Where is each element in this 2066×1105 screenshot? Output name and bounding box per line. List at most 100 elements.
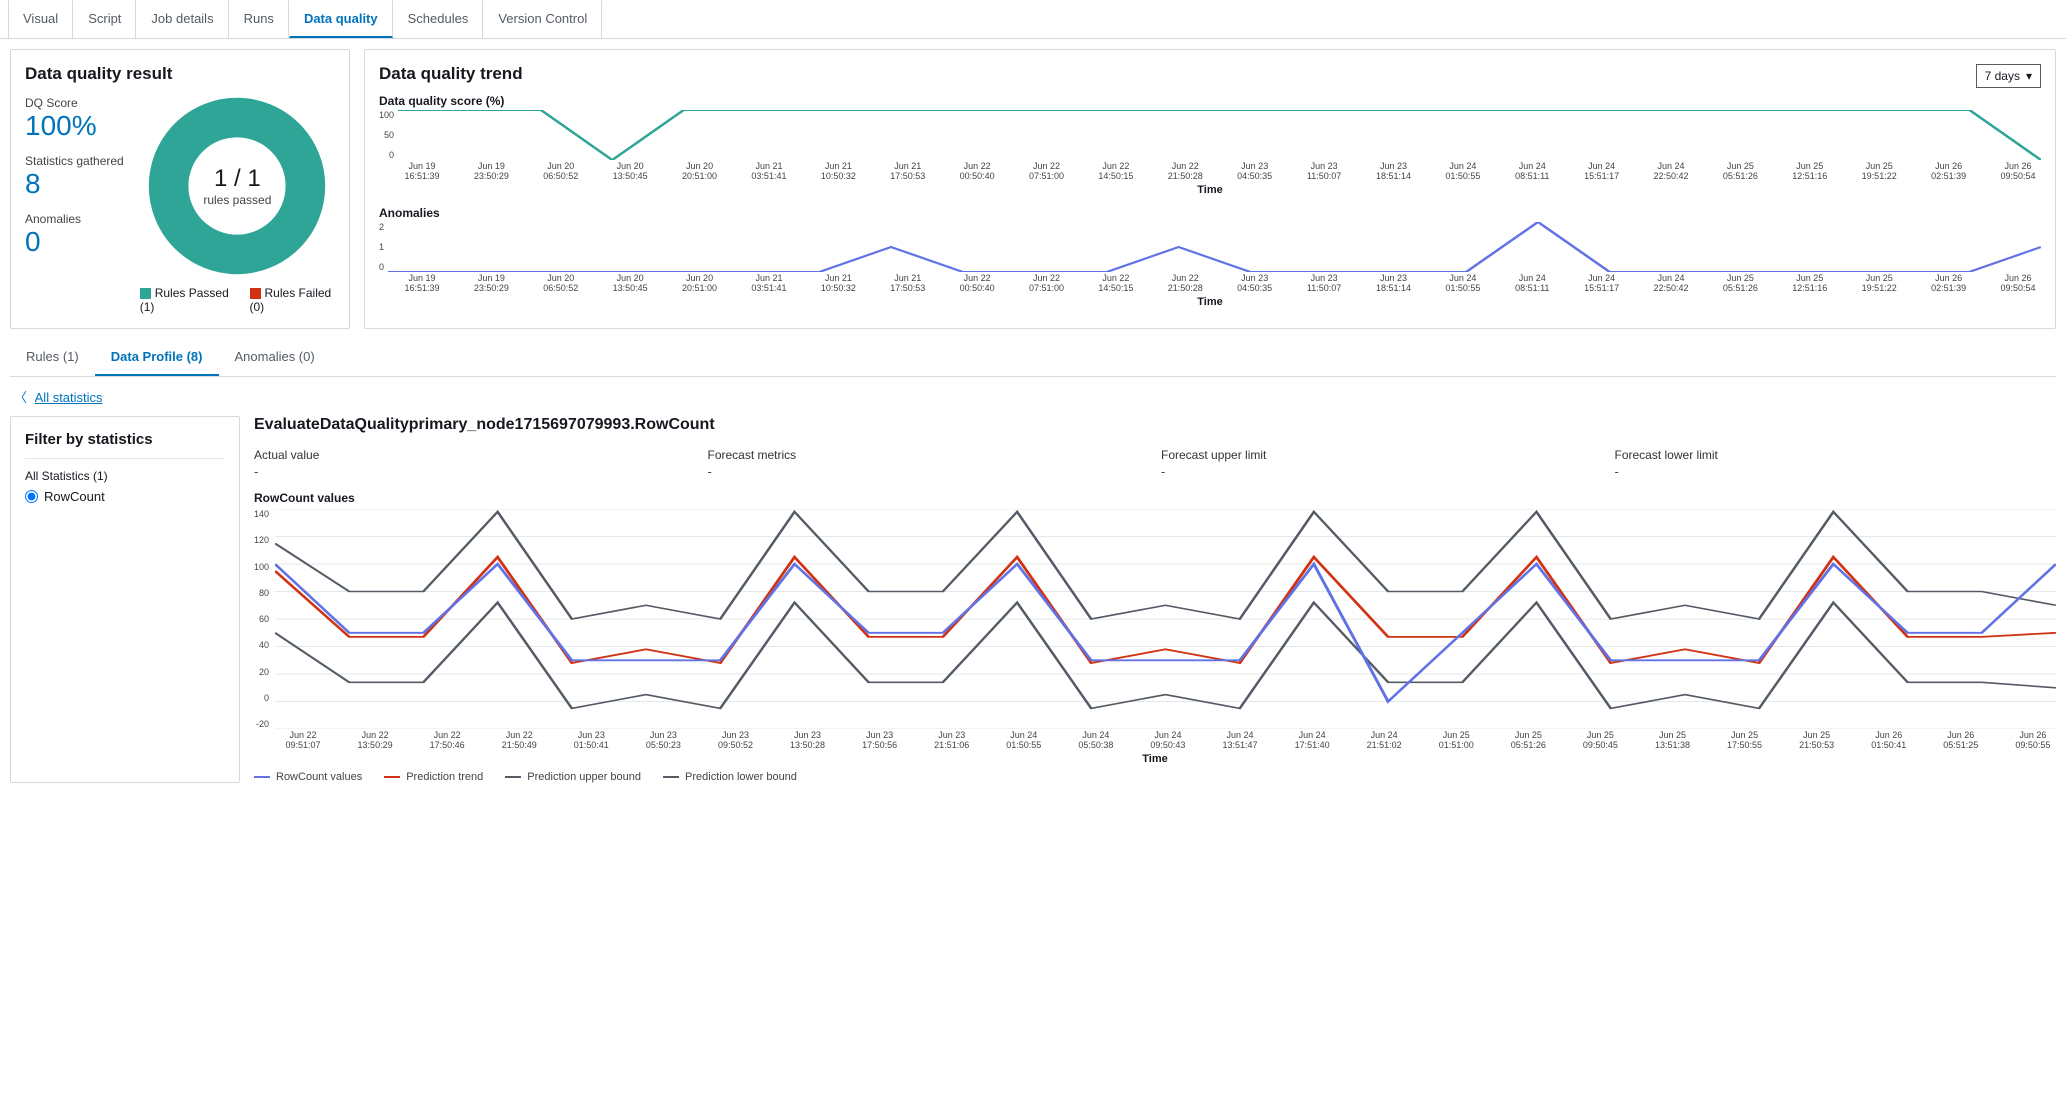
x-tick: Jun 2214:50:15 bbox=[1093, 274, 1139, 294]
x-tick: Jun 2020:51:00 bbox=[677, 274, 723, 294]
forecast-upper-value: - bbox=[1161, 464, 1603, 479]
actual-value: - bbox=[254, 464, 696, 479]
legend-swatch-rowcount bbox=[254, 776, 270, 779]
top-tab-runs[interactable]: Runs bbox=[229, 0, 289, 38]
x-tick: Jun 2422:50:42 bbox=[1648, 274, 1694, 294]
legend-fail-label: Rules Failed (0) bbox=[250, 286, 332, 314]
sub-tab-data-profile-8-[interactable]: Data Profile (8) bbox=[95, 339, 219, 376]
x-tick: Jun 2512:51:16 bbox=[1787, 274, 1833, 294]
x-tick: Jun 2221:50:49 bbox=[496, 731, 542, 751]
x-tick: Jun 2200:50:40 bbox=[954, 274, 1000, 294]
sub-tabs: Rules (1)Data Profile (8)Anomalies (0) bbox=[10, 339, 2056, 377]
top-tab-data-quality[interactable]: Data quality bbox=[289, 0, 393, 38]
profile-panel: EvaluateDataQualityprimary_node171569707… bbox=[254, 416, 2056, 783]
legend-pass-label: Rules Passed (1) bbox=[140, 286, 229, 314]
score-y-axis: 100500 bbox=[379, 110, 398, 160]
donut-legend: Rules Passed (1) Rules Failed (0) bbox=[140, 286, 335, 314]
x-tick: Jun 2512:51:16 bbox=[1787, 162, 1833, 182]
x-tick: Jun 2602:51:39 bbox=[1926, 274, 1972, 294]
rowcount-legend: RowCount values Prediction trend Predict… bbox=[254, 771, 2056, 783]
forecast-lower-value: - bbox=[1615, 464, 2057, 479]
x-tick: Jun 2304:50:35 bbox=[1232, 274, 1278, 294]
rowcount-chart bbox=[275, 509, 2056, 729]
x-tick: Jun 1923:50:29 bbox=[468, 162, 514, 182]
statistic-label: RowCount bbox=[44, 489, 105, 504]
x-tick: Jun 2321:51:06 bbox=[929, 731, 975, 751]
top-tab-visual[interactable]: Visual bbox=[8, 0, 73, 38]
x-tick: Jun 2117:50:53 bbox=[885, 274, 931, 294]
x-tick: Jun 2519:51:22 bbox=[1856, 162, 1902, 182]
anom-x-ticks: Jun 1916:51:39Jun 1923:50:29Jun 2006:50:… bbox=[379, 274, 2041, 294]
top-tab-schedules[interactable]: Schedules bbox=[393, 0, 484, 38]
x-tick: Jun 2401:50:55 bbox=[1440, 274, 1486, 294]
dq-trend-title: Data quality trend bbox=[379, 64, 523, 84]
x-tick: Jun 2006:50:52 bbox=[538, 274, 584, 294]
x-tick: Jun 2401:50:55 bbox=[1001, 731, 1047, 751]
x-tick: Jun 2110:50:32 bbox=[815, 274, 861, 294]
dq-result-card: Data quality result DQ Score 100% Statis… bbox=[10, 49, 350, 329]
x-tick: Jun 2110:50:32 bbox=[815, 162, 861, 182]
top-tab-version-control[interactable]: Version Control bbox=[483, 0, 602, 38]
x-tick: Jun 2605:51:25 bbox=[1938, 731, 1984, 751]
chevron-down-icon: ▾ bbox=[2026, 69, 2032, 83]
sub-tab-anomalies-0-[interactable]: Anomalies (0) bbox=[219, 339, 331, 376]
time-range-value: 7 days bbox=[1985, 69, 2020, 83]
x-tick: Jun 2318:51:14 bbox=[1370, 274, 1416, 294]
x-tick: Jun 2513:51:38 bbox=[1649, 731, 1695, 751]
x-tick: Jun 2221:50:28 bbox=[1162, 162, 1208, 182]
x-tick: Jun 2421:51:02 bbox=[1361, 731, 1407, 751]
filter-title: Filter by statistics bbox=[25, 431, 225, 459]
x-tick: Jun 2521:50:53 bbox=[1794, 731, 1840, 751]
x-tick: Jun 2415:51:17 bbox=[1579, 274, 1625, 294]
top-tab-job-details[interactable]: Job details bbox=[136, 0, 228, 38]
x-tick: Jun 2609:50:55 bbox=[2010, 731, 2056, 751]
legend-lower: Prediction lower bound bbox=[685, 771, 797, 783]
anomalies-value: 0 bbox=[25, 226, 124, 258]
x-tick: Jun 2006:50:52 bbox=[538, 162, 584, 182]
anom-y-axis: 210 bbox=[379, 222, 388, 272]
legend-trend: Prediction trend bbox=[406, 771, 483, 783]
x-tick: Jun 2602:51:39 bbox=[1926, 162, 1972, 182]
actual-value-label: Actual value bbox=[254, 448, 696, 462]
x-tick: Jun 2311:50:07 bbox=[1301, 162, 1347, 182]
x-tick: Jun 2309:50:52 bbox=[712, 731, 758, 751]
x-tick: Jun 2304:50:35 bbox=[1232, 162, 1278, 182]
anom-chart bbox=[388, 222, 2041, 272]
x-tick: Jun 2214:50:15 bbox=[1093, 162, 1139, 182]
x-tick: Jun 2517:50:55 bbox=[1722, 731, 1768, 751]
x-tick: Jun 2505:51:26 bbox=[1717, 274, 1763, 294]
x-tick: Jun 2501:51:00 bbox=[1433, 731, 1479, 751]
statistic-radio[interactable] bbox=[25, 490, 38, 503]
anom-time-label: Time bbox=[379, 296, 2041, 308]
time-range-select[interactable]: 7 days ▾ bbox=[1976, 64, 2041, 88]
dq-score-label: DQ Score bbox=[25, 96, 124, 110]
all-statistics-link[interactable]: All statistics bbox=[35, 390, 103, 405]
legend-swatch-fail bbox=[250, 288, 261, 299]
score-x-ticks: Jun 1916:51:39Jun 1923:50:29Jun 2006:50:… bbox=[379, 162, 2041, 182]
legend-swatch-pass bbox=[140, 288, 151, 299]
x-tick: Jun 2207:51:00 bbox=[1024, 274, 1070, 294]
x-tick: Jun 2505:51:26 bbox=[1505, 731, 1551, 751]
x-tick: Jun 2217:50:46 bbox=[424, 731, 470, 751]
x-tick: Jun 2317:50:56 bbox=[857, 731, 903, 751]
legend-upper: Prediction upper bound bbox=[527, 771, 641, 783]
x-tick: Jun 2408:51:11 bbox=[1509, 274, 1555, 294]
forecast-upper-label: Forecast upper limit bbox=[1161, 448, 1603, 462]
x-tick: Jun 2020:51:00 bbox=[677, 162, 723, 182]
sub-tab-rules-1-[interactable]: Rules (1) bbox=[10, 339, 95, 376]
x-tick: Jun 2509:50:45 bbox=[1577, 731, 1623, 751]
rowcount-chart-title: RowCount values bbox=[254, 491, 2056, 505]
x-tick: Jun 2221:50:28 bbox=[1162, 274, 1208, 294]
top-tabs: VisualScriptJob detailsRunsData qualityS… bbox=[0, 0, 2066, 39]
forecast-metrics-label: Forecast metrics bbox=[708, 448, 1150, 462]
top-tab-script[interactable]: Script bbox=[73, 0, 136, 38]
legend-swatch-lower bbox=[663, 776, 679, 779]
filter-statistics-card: Filter by statistics All Statistics (1) … bbox=[10, 416, 240, 783]
x-tick: Jun 2318:51:14 bbox=[1370, 162, 1416, 182]
statistic-rowcount[interactable]: RowCount bbox=[25, 489, 225, 504]
dq-score-value: 100% bbox=[25, 110, 124, 142]
dq-trend-card: Data quality trend 7 days ▾ Data quality… bbox=[364, 49, 2056, 329]
chevron-left-icon: 〈 bbox=[14, 390, 27, 405]
x-tick: Jun 2417:51:40 bbox=[1289, 731, 1335, 751]
x-tick: Jun 2305:50:23 bbox=[640, 731, 686, 751]
